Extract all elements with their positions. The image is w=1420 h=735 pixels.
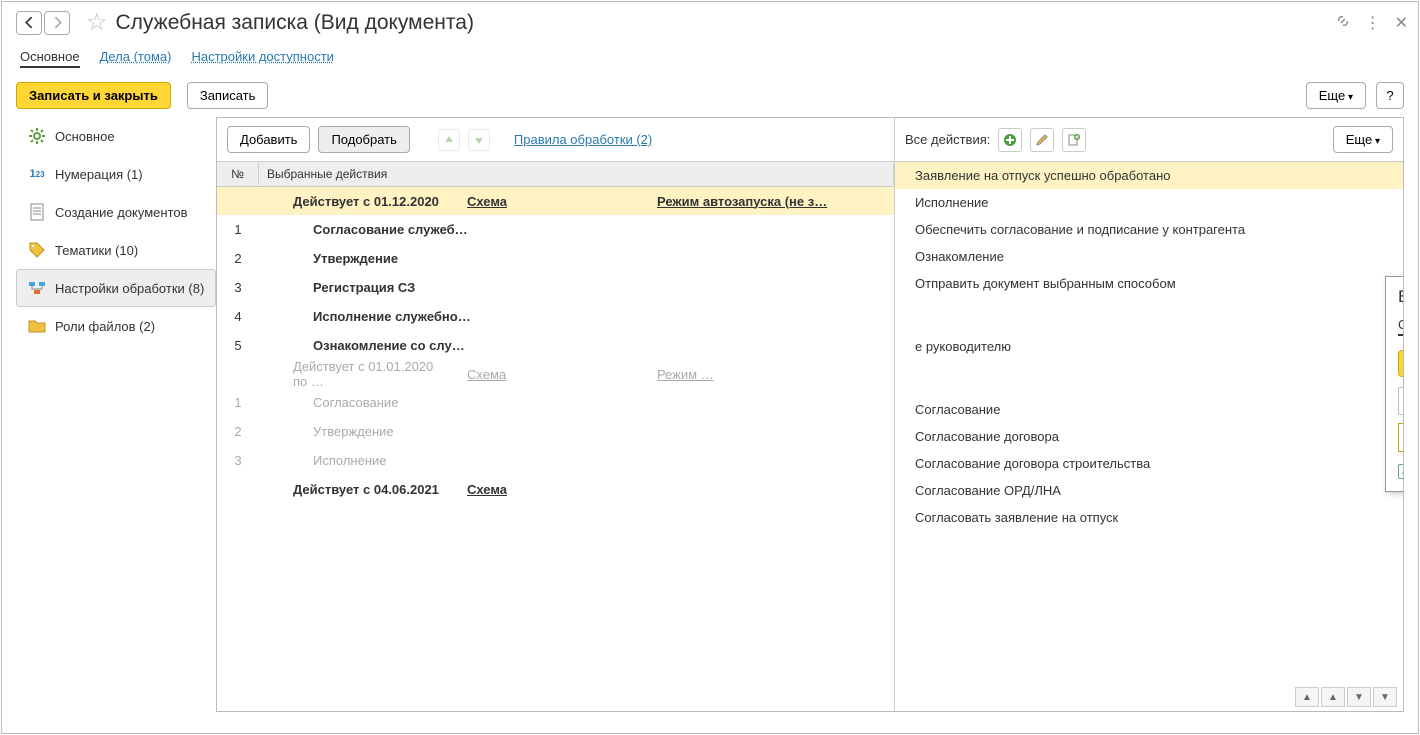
group-row[interactable]: Действует с 04.06.2021 Схема [217, 475, 894, 503]
nav-up-icon[interactable]: ▲ [1321, 687, 1345, 707]
action-name-input[interactable] [1398, 423, 1403, 452]
add-button[interactable]: Добавить [227, 126, 310, 153]
table-row[interactable]: 3Исполнение [217, 446, 894, 475]
sidebar-label: Настройки обработки (8) [55, 281, 204, 296]
tab-main[interactable]: Основное [20, 47, 80, 68]
col-actions: Выбранные действия [259, 163, 894, 185]
footer-nav: ▲ ▲ ▼ ▼ [1295, 687, 1397, 707]
gear-icon [27, 126, 47, 146]
action-list-item[interactable] [895, 360, 1403, 372]
action-list-item[interactable]: Исполнение [895, 189, 1403, 216]
tag-icon [27, 240, 47, 260]
action-list-item[interactable]: Заявление на отпуск успешно обработано [895, 162, 1403, 189]
sidebar-label: Нумерация (1) [55, 167, 143, 182]
group-row[interactable]: Действует с 01.12.2020 Схема Режим автоз… [217, 187, 894, 215]
sidebar-item-topics[interactable]: Тематики (10) [16, 231, 216, 269]
action-list-item[interactable] [895, 372, 1403, 384]
action-list-item[interactable]: е руководителю [895, 333, 1403, 360]
tab-cases[interactable]: Дела (тома) [100, 47, 172, 68]
action-list-item[interactable] [895, 321, 1403, 333]
table-row[interactable]: 1Согласование служеб… [217, 215, 894, 244]
right-more-button[interactable]: Еще [1333, 126, 1393, 153]
nav-last-icon[interactable]: ▼ [1373, 687, 1397, 707]
sidebar-label: Тематики (10) [55, 243, 138, 258]
popup-tab-main[interactable]: Основное [1398, 315, 1403, 336]
move-up-button[interactable] [438, 129, 460, 151]
table-row[interactable]: 2Утверждение [217, 417, 894, 446]
document-icon [27, 202, 47, 222]
help-button[interactable]: ? [1376, 82, 1404, 109]
action-list-item[interactable]: Отправить документ выбранным способом [895, 270, 1403, 297]
action-list-item[interactable]: Согласование [895, 396, 1403, 423]
table-row[interactable]: 2Утверждение [217, 244, 894, 273]
processing-rules-link[interactable]: Правила обработки (2) [514, 132, 652, 147]
save-close-button[interactable]: Записать и закрыть [16, 82, 171, 109]
table-row[interactable]: 4Исполнение служебно… [217, 302, 894, 331]
favorite-star-icon[interactable]: ☆ [86, 8, 108, 37]
tab-access[interactable]: Настройки доступности [191, 47, 333, 68]
process-icon [27, 278, 47, 298]
sidebar-item-processing[interactable]: Настройки обработки (8) [16, 269, 216, 307]
nav-first-icon[interactable]: ▲ [1295, 687, 1319, 707]
action-list-item[interactable]: Обеспечить согласование и подписание у к… [895, 216, 1403, 243]
numbering-icon: 123 [27, 164, 47, 184]
link-icon[interactable] [1335, 13, 1351, 32]
action-list-item[interactable]: Ознакомление [895, 243, 1403, 270]
sidebar-item-main[interactable]: Основное [16, 117, 216, 155]
more-button[interactable]: Еще [1306, 82, 1366, 109]
sidebar-label: Основное [55, 129, 115, 144]
copy-action-button[interactable] [1062, 128, 1086, 152]
action-list: Заявление на отпуск успешно обработаноИс… [895, 161, 1403, 711]
nav-back-button[interactable] [16, 11, 42, 35]
table-row[interactable]: 1Согласование [217, 388, 894, 417]
popup-title: Вид действия (создание) * [1398, 287, 1403, 307]
all-actions-label: Все действия: [905, 132, 990, 147]
sidebar-item-file-roles[interactable]: Роли файлов (2) [16, 307, 216, 345]
nav-down-icon[interactable]: ▼ [1347, 687, 1371, 707]
add-action-button[interactable] [998, 128, 1022, 152]
col-num: № [217, 163, 259, 185]
action-list-item[interactable]: Согласовать заявление на отпуск [895, 504, 1403, 531]
group-row[interactable]: Действует с 01.01.2020 по … Схема Режим … [217, 360, 894, 388]
action-list-item[interactable]: Согласование ОРД/ЛНА [895, 477, 1403, 504]
action-type-input[interactable] [1399, 388, 1403, 414]
action-list-item[interactable]: Согласование договора строительства [895, 450, 1403, 477]
edit-action-button[interactable] [1030, 128, 1054, 152]
close-icon[interactable]: ✕ [1395, 13, 1408, 33]
pick-button[interactable]: Подобрать [318, 126, 409, 153]
kebab-menu-icon[interactable]: ⋮ [1365, 13, 1381, 33]
sidebar: Основное 123 Нумерация (1) Создание доку… [16, 117, 216, 712]
actions-table: Действует с 01.12.2020 Схема Режим автоз… [217, 187, 894, 711]
action-list-item[interactable]: Согласование договора [895, 423, 1403, 450]
action-type-combo[interactable]: ▾ [1398, 387, 1403, 415]
action-list-item[interactable] [895, 384, 1403, 396]
move-down-button[interactable] [468, 129, 490, 151]
page-title: Служебная записка (Вид документа) [116, 11, 474, 35]
action-list-item[interactable] [895, 297, 1403, 309]
action-list-item[interactable] [895, 309, 1403, 321]
popup-save-close-button[interactable]: Записать и закрыть [1398, 350, 1403, 377]
sidebar-label: Роли файлов (2) [55, 319, 155, 334]
allow-change-subject-checkbox[interactable]: ✓ [1398, 464, 1403, 479]
sidebar-label: Создание документов [55, 205, 188, 220]
folder-icon [27, 316, 47, 336]
action-type-popup: Вид действия (создание) * ⋮ ▢ ✕ Основное… [1385, 276, 1403, 492]
sidebar-item-create-docs[interactable]: Создание документов [16, 193, 216, 231]
save-button[interactable]: Записать [187, 82, 269, 109]
nav-forward-button[interactable] [44, 11, 70, 35]
table-row[interactable]: 3Регистрация СЗ [217, 273, 894, 302]
sidebar-item-numbering[interactable]: 123 Нумерация (1) [16, 155, 216, 193]
